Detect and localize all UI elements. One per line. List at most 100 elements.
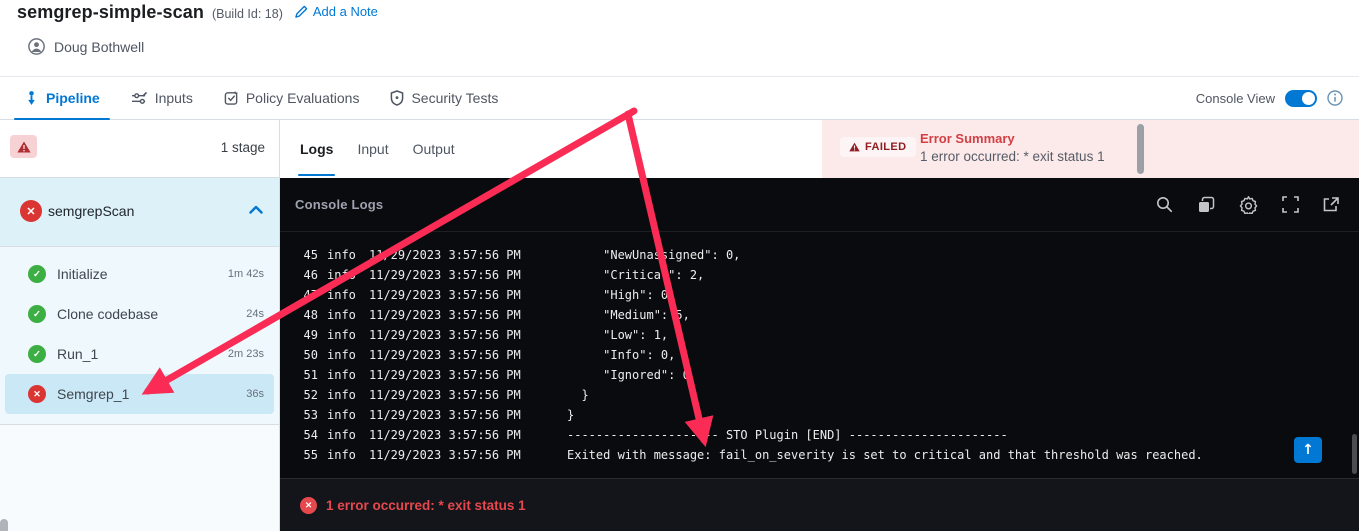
tab-output-label: Output [412,141,455,157]
chevron-up-icon[interactable] [249,205,263,214]
console-title: Console Logs [295,197,384,212]
console-panel: Console Logs 45 info 11/29/2023 3:57:56 … [280,178,1359,531]
log-timestamp: 11/29/2023 3:57:56 PM [369,368,521,382]
step-label: Run_1 [57,346,99,362]
info-icon[interactable] [1327,90,1343,106]
policy-check-icon [224,91,238,105]
error-x-icon: ✕ [300,496,317,514]
step-label: Initialize [57,266,108,282]
log-timestamp: 11/29/2023 3:57:56 PM [369,348,521,362]
stage-failed-icon [20,200,42,222]
console-view-toggle[interactable] [1285,89,1317,107]
error-summary-message: 1 error occurred: * exit status 1 [920,149,1105,164]
log-message: "Critical": 2, [567,268,705,282]
tab-pipeline[interactable]: Pipeline [14,77,110,120]
step-status-icon [28,265,46,283]
inputs-icon [131,91,147,104]
log-line-number: 47 [303,288,318,302]
log-timestamp: 11/29/2023 3:57:56 PM [369,428,521,442]
tab-pipeline-label: Pipeline [46,90,100,106]
tab-inputs[interactable]: Inputs [129,77,195,119]
error-summary-panel: FAILED Error Summary 1 error occurred: *… [822,120,1359,178]
log-line: 54 info 11/29/2023 3:57:56 PM ----------… [294,425,1359,445]
log-message: } [567,388,589,402]
log-line-number: 53 [303,408,318,422]
step-row[interactable]: Semgrep_1 36s [5,374,274,414]
tab-input-label: Input [357,141,389,157]
search-icon[interactable] [1156,196,1173,213]
stages-sidebar: 1 stage semgrepScan Initialize 1m 42s Cl… [0,120,280,531]
failed-status-badge: FAILED [840,137,916,157]
log-level: info [327,388,356,402]
tab-input[interactable]: Input [357,120,388,178]
log-message: } [567,408,575,422]
tab-security-tests[interactable]: Security Tests [388,77,500,119]
tab-output[interactable]: Output [413,120,455,178]
step-duration: 2m 23s [227,348,264,360]
log-timestamp: 11/29/2023 3:57:56 PM [369,408,521,422]
step-row[interactable]: Run_1 2m 23s [5,334,274,374]
warning-triangle-icon [16,141,31,152]
up-arrow-icon: ↑ [1302,442,1314,458]
pipeline-icon [28,91,35,106]
log-message: "NewUnassigned": 0, [567,248,741,262]
log-level: info [327,248,356,262]
log-level: info [327,448,356,462]
security-shield-icon [391,90,404,106]
step-row[interactable]: Initialize 1m 42s [5,254,274,294]
tab-logs[interactable]: Logs [298,120,336,178]
log-message: "Medium": 5, [567,308,690,322]
console-header: Console Logs [280,178,1359,232]
log-timestamp: 11/29/2023 3:57:56 PM [369,328,521,342]
tab-security-tests-label: Security Tests [411,90,499,106]
log-line: 50 info 11/29/2023 3:57:56 PM "Info": 0, [294,345,1359,365]
log-timestamp: 11/29/2023 3:57:56 PM [369,288,521,302]
tab-policy-evaluations[interactable]: Policy Evaluations [222,77,362,119]
log-line: 47 info 11/29/2023 3:57:56 PM "High": 0, [294,285,1359,305]
settings-icon[interactable] [1239,195,1258,214]
copy-icon[interactable] [1197,196,1215,214]
log-message: "Info": 0, [567,348,676,362]
add-note-label: Add a Note [312,4,378,19]
scroll-to-top-button[interactable]: ↑ [1294,437,1322,463]
log-line: 45 info 11/29/2023 3:57:56 PM "NewUnassi… [294,245,1359,265]
add-note-button[interactable]: Add a Note [295,4,378,19]
failed-badge-label: FAILED [865,141,907,153]
log-line-number: 51 [303,368,318,382]
footer-error-message: 1 error occurred: * exit status 1 [326,497,526,513]
log-line: 55 info 11/29/2023 3:57:56 PM Exited wit… [294,445,1359,465]
pipeline-execution-page: semgrep-simple-scan (Build Id: 18) Add a… [0,0,1359,531]
log-level: info [327,328,356,342]
user-avatar-icon [28,38,45,55]
step-row[interactable]: Clone codebase 24s [5,294,274,334]
open-in-new-icon[interactable] [1323,196,1339,213]
log-message: "Ignored": 0 [567,368,690,382]
console-error-footer: ✕ 1 error occurred: * exit status 1 [280,478,1359,531]
log-level: info [327,288,356,302]
log-line-number: 55 [303,448,318,462]
step-label: Clone codebase [57,306,159,322]
error-panel-scrollbar-thumb[interactable] [1137,124,1144,174]
fullscreen-icon[interactable] [1282,196,1299,213]
tab-logs-label: Logs [300,141,334,157]
step-label: Semgrep_1 [57,386,130,402]
step-status-icon [28,345,46,363]
log-line-number: 54 [303,428,318,442]
page-title: semgrep-simple-scan [17,2,204,22]
log-timestamp: 11/29/2023 3:57:56 PM [369,268,521,282]
log-line-number: 45 [303,248,318,262]
log-level: info [327,308,356,322]
log-line: 52 info 11/29/2023 3:57:56 PM } [294,385,1359,405]
stage-name: semgrepScan [48,203,135,219]
tab-policy-evaluations-label: Policy Evaluations [245,90,360,106]
console-scrollbar-thumb[interactable] [1352,434,1357,474]
log-message: "High": 0, [567,288,676,302]
sidebar-scrollbar-thumb[interactable] [0,519,8,531]
log-timestamp: 11/29/2023 3:57:56 PM [369,248,521,262]
log-line: 48 info 11/29/2023 3:57:56 PM "Medium": … [294,305,1359,325]
log-line: 51 info 11/29/2023 3:57:56 PM "Ignored":… [294,365,1359,385]
stage-row-semgrepscan[interactable]: semgrepScan [0,178,279,247]
log-line-number: 49 [303,328,318,342]
page-header: semgrep-simple-scan (Build Id: 18) Add a… [0,0,1359,77]
user-name: Doug Bothwell [54,38,145,55]
